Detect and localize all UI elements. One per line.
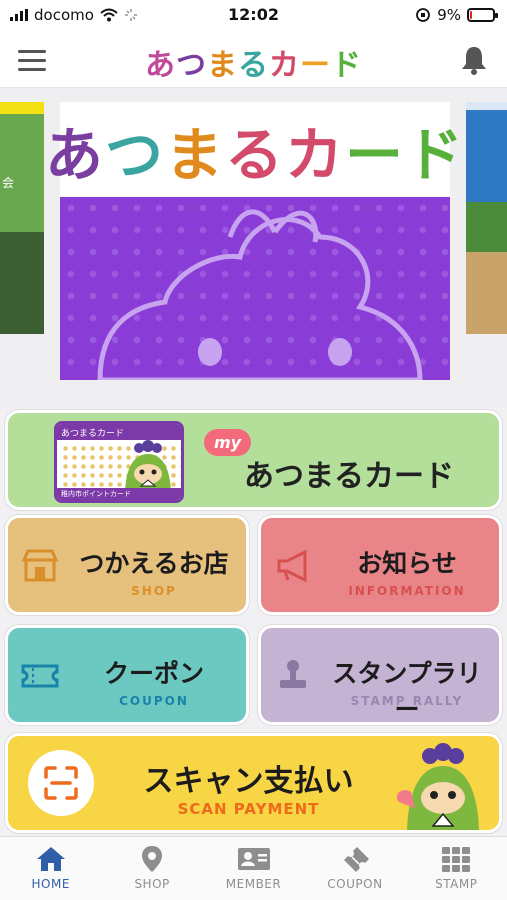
tab-coupon-label: COUPON [327,877,383,891]
logo-letter: る [238,48,269,83]
logo-letter: つ [176,48,207,83]
banner-title-letter: カ [285,120,346,189]
banner-mascot-art [60,197,450,380]
scan-icon-circle [28,750,94,816]
card-footer-text: 稚内市ポイントカード [57,488,181,500]
ticket-icon [21,664,59,688]
scan-payment-button[interactable]: スキャン支払い SCAN PAYMENT [5,733,502,833]
stamp-icon [280,660,306,688]
battery-fill [470,11,472,19]
shop-label: つかえるお店 [79,549,229,578]
logo-letter: ま [207,48,238,83]
tab-member[interactable]: MEMBER [203,837,304,900]
tab-home-label: HOME [31,877,70,891]
tab-stamp[interactable]: STAMP [406,837,507,900]
scan-icon [44,766,78,800]
logo-letter: ド [331,48,362,83]
map-pin-icon [142,846,163,872]
grid-icon [442,847,471,872]
banner-title-letter: つ [104,120,165,189]
coupon-sublabel: COUPON [119,694,189,708]
orientation-lock-icon [416,8,431,22]
scan-payment-label: スキャン支払い [143,764,354,799]
information-button[interactable]: お知らせ INFORMATION [258,515,502,615]
information-label: お知らせ [357,549,457,578]
home-icon [36,847,65,871]
banner-next-slide[interactable] [466,102,507,334]
point-card-image: あつまるカード 稚内市ポイントカード [54,421,184,503]
banner-title-letter: ド [405,120,466,189]
banner-main-slide[interactable]: あつまるカード [45,102,463,380]
status-bar: docomo 12:02 9% [0,0,507,30]
my-card-label: あつまるカード [244,459,454,494]
stamp-rally-label: スタンプラリー [332,659,482,724]
shop-sublabel: SHOP [131,584,177,598]
banner-title: あつまるカード [45,102,463,197]
mascot-icon [396,743,479,830]
bell-icon [462,47,486,75]
shop-button[interactable]: つかえるお店 SHOP [5,515,249,615]
logo-letter: ー [300,48,331,83]
bottom-tab-bar: HOME SHOP MEMBER COUPON STAMP [0,836,507,900]
banner-prev-slide[interactable]: 会 [0,102,44,334]
prev-slide-text: 会 [2,176,15,190]
scan-payment-sublabel: SCAN PAYMENT [177,800,320,818]
app-logo: あつまるカード [0,40,507,84]
status-right: 9% [415,6,498,24]
tab-shop[interactable]: SHOP [101,837,202,900]
my-card-button[interactable]: あつまるカード 稚内市ポイントカード my あつまるカード [5,410,502,510]
information-sublabel: INFORMATION [348,584,466,598]
banner-carousel[interactable]: 会 あつまるカード [0,88,507,406]
banner-title-letter: あ [44,120,105,189]
stamp-rally-sublabel: STAMP RALLY [350,694,464,708]
store-icon [21,549,59,582]
battery-icon [467,8,498,22]
tab-member-label: MEMBER [225,877,282,891]
ticket-icon [343,847,369,872]
battery-percent: 9% [437,6,461,24]
coupon-button[interactable]: クーポン COUPON [5,625,249,725]
logo-letter: カ [269,48,300,83]
logo-letter: あ [145,48,176,83]
coupon-label: クーポン [103,659,204,688]
app-header: あつまるカード [0,30,507,88]
member-card-icon [237,848,270,870]
tab-stamp-label: STAMP [435,877,478,891]
tab-coupon[interactable]: COUPON [304,837,405,900]
megaphone-icon [277,549,307,583]
banner-title-letter: ま [164,120,225,189]
tab-shop-label: SHOP [134,877,170,891]
notification-button[interactable] [459,44,489,76]
stamp-rally-button[interactable]: スタンプラリー STAMP RALLY [258,625,502,725]
banner-title-letter: る [225,120,286,189]
banner-title-letter: ー [345,120,406,189]
tab-home[interactable]: HOME [0,837,101,900]
